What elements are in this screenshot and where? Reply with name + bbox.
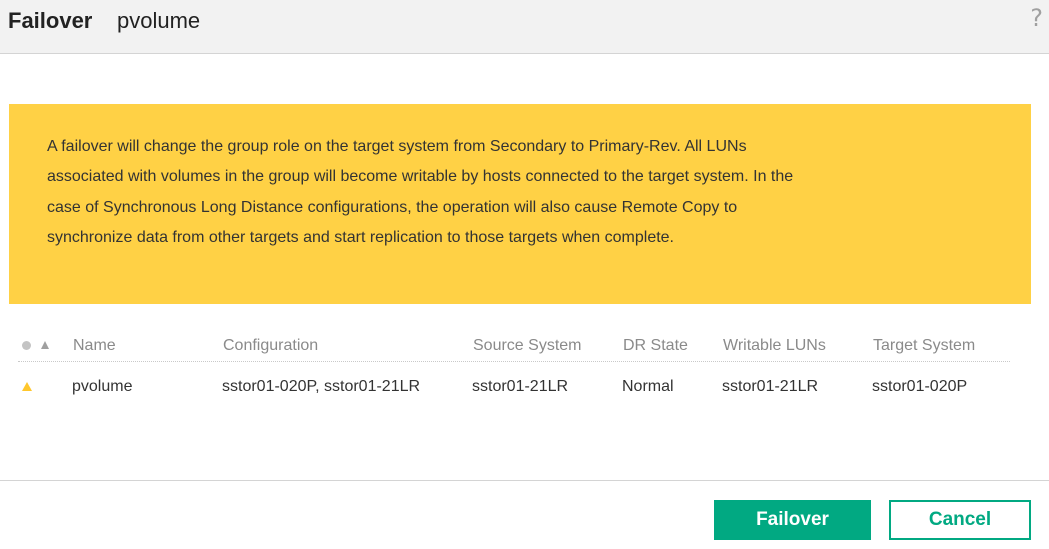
column-header-name[interactable]: Name [73,337,116,355]
help-icon[interactable]: ? [1030,4,1043,32]
dialog-title-object: pvolume [117,8,201,33]
warning-banner: A failover will change the group role on… [9,104,1031,304]
cell-source-system: sstor01-21LR [472,378,569,395]
cell-name: pvolume [72,378,133,395]
failover-dialog: Failover pvolume ? A failover will chang… [0,0,1049,549]
cell-configuration: sstor01-020P, sstor01-21LR [222,378,421,395]
column-header-dr-state[interactable]: DR State [623,337,688,355]
table-header: Name Configuration Source System DR Stat… [18,330,1010,362]
cell-target-system: sstor01-020P [872,378,968,395]
dialog-header: Failover pvolume ? [0,0,1049,54]
status-dot-icon [22,341,31,350]
footer-divider [0,480,1049,481]
sort-ascending-icon [41,341,49,349]
column-header-writable-luns[interactable]: Writable LUNs [723,337,826,355]
cell-dr-state: Normal [622,378,674,395]
column-header-target-system[interactable]: Target System [873,337,975,355]
column-header-source-system[interactable]: Source System [473,337,581,355]
failover-button[interactable]: Failover [714,500,871,540]
column-header-configuration[interactable]: Configuration [223,337,318,355]
table-row[interactable]: pvolume sstor01-020P, sstor01-21LR sstor… [18,370,1010,406]
warning-message: A failover will change the group role on… [47,138,794,247]
cell-writable-luns: sstor01-21LR [722,378,819,395]
dialog-title-action: Failover [8,8,93,33]
cancel-button[interactable]: Cancel [889,500,1031,540]
warning-triangle-icon [22,382,32,391]
